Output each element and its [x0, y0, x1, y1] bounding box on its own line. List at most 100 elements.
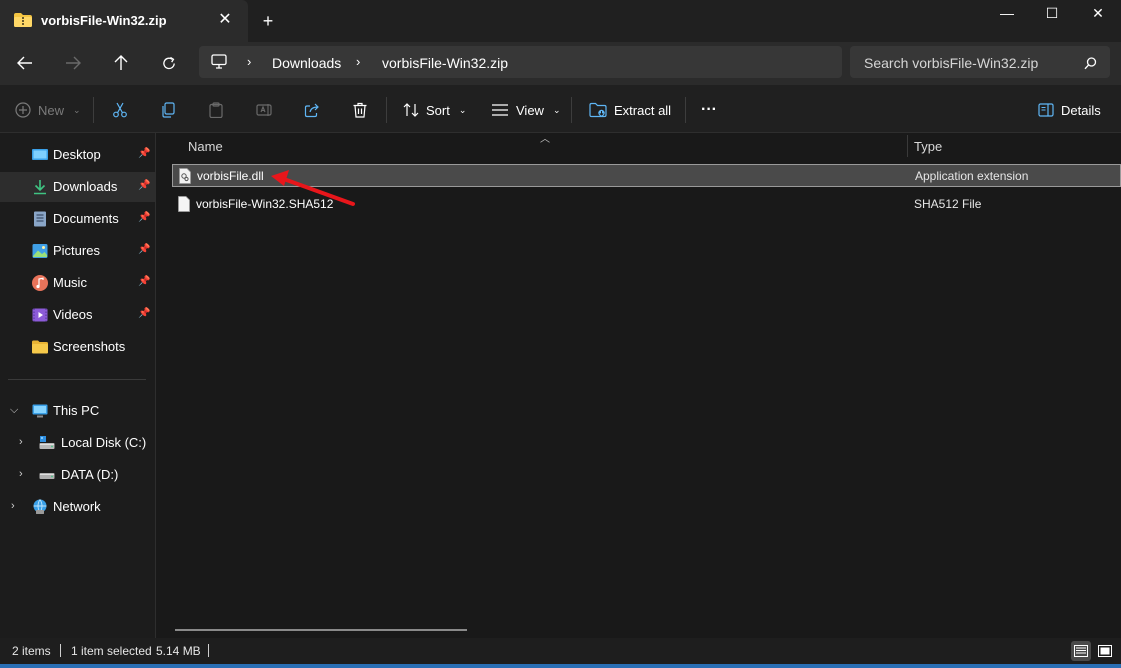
- chevron-right-icon[interactable]: ›: [11, 500, 15, 512]
- address-bar[interactable]: › Downloads › vorbisFile-Win32.zip: [199, 46, 842, 78]
- close-tab-icon[interactable]: ✕: [216, 10, 234, 30]
- status-divider: [208, 644, 209, 657]
- local-disk-icon: [39, 436, 55, 449]
- new-tab-button[interactable]: +: [258, 10, 278, 32]
- chevron-right-icon[interactable]: ›: [19, 468, 23, 480]
- breadcrumb-zip[interactable]: vorbisFile-Win32.zip: [382, 55, 508, 71]
- file-type: Application extension: [915, 169, 1029, 183]
- chevron-down-icon: ⌄: [73, 104, 81, 115]
- forward-button[interactable]: [58, 50, 88, 76]
- arrow-left-icon: [17, 56, 32, 70]
- divider: [386, 97, 387, 123]
- pictures-icon: [32, 244, 48, 258]
- command-bar: New ⌄ Sort ⌄ View ⌄ Extract all ··· Deta: [0, 85, 1121, 133]
- extract-all-button[interactable]: Extract all: [589, 97, 671, 123]
- sidebar-item-videos[interactable]: Videos 📌: [0, 300, 155, 330]
- sidebar-item-label: This PC: [53, 403, 100, 418]
- sidebar-item-network[interactable]: › Network: [0, 492, 155, 522]
- minimize-button[interactable]: —: [984, 0, 1030, 28]
- folder-icon: [32, 340, 48, 354]
- sidebar-item-desktop[interactable]: Desktop 📌: [0, 140, 155, 170]
- view-button[interactable]: View ⌄: [491, 97, 561, 123]
- sidebar-item-music[interactable]: Music 📌: [0, 268, 155, 298]
- scissors-icon: [113, 102, 127, 118]
- tab-active[interactable]: vorbisFile-Win32.zip ✕: [0, 0, 248, 42]
- pin-icon[interactable]: 📌: [138, 308, 150, 319]
- copy-button[interactable]: [160, 97, 176, 123]
- search-box[interactable]: Search vorbisFile-Win32.zip: [850, 46, 1110, 78]
- sidebar-item-this-pc[interactable]: ⌵ This PC: [0, 396, 155, 426]
- annotation-arrow: [271, 170, 355, 206]
- pin-icon[interactable]: 📌: [138, 212, 150, 223]
- zip-folder-icon: [14, 13, 32, 27]
- search-icon: [1084, 57, 1097, 70]
- sidebar-item-downloads[interactable]: Downloads 📌: [0, 172, 155, 202]
- item-count: 2 items: [12, 644, 51, 658]
- new-button[interactable]: New ⌄: [15, 97, 81, 123]
- column-header-name[interactable]: Name: [188, 139, 223, 165]
- details-button[interactable]: Details: [1038, 97, 1101, 123]
- column-divider[interactable]: [907, 135, 908, 157]
- breadcrumb-downloads[interactable]: Downloads: [272, 55, 341, 71]
- title-bar: vorbisFile-Win32.zip ✕ + — ☐ ✕: [0, 0, 1121, 42]
- plus-circle-icon: [15, 102, 31, 118]
- details-view-button[interactable]: [1071, 641, 1091, 661]
- column-header-type[interactable]: Type: [914, 139, 942, 165]
- chevron-down-icon: ⌄: [458, 104, 467, 115]
- sidebar-item-label: Videos: [53, 307, 93, 322]
- pin-icon[interactable]: 📌: [138, 148, 150, 159]
- chevron-right-icon[interactable]: ›: [356, 54, 360, 69]
- cut-button[interactable]: [112, 97, 128, 123]
- pin-icon[interactable]: 📌: [138, 276, 150, 287]
- extract-folder-icon: [589, 102, 607, 118]
- file-name: vorbisFile.dll: [197, 169, 264, 183]
- sidebar-item-pictures[interactable]: Pictures 📌: [0, 236, 155, 266]
- pin-icon[interactable]: 📌: [138, 244, 150, 255]
- rename-button[interactable]: [256, 97, 272, 123]
- view-label: View: [516, 102, 544, 118]
- chevron-right-icon[interactable]: ›: [19, 436, 23, 448]
- horizontal-scrollbar[interactable]: [175, 629, 467, 631]
- sidebar-item-label: Music: [53, 275, 87, 290]
- more-options-button[interactable]: ···: [701, 97, 717, 123]
- paste-button[interactable]: [208, 97, 224, 123]
- navigation-pane: Desktop 📌 Downloads 📌 Documents 📌 Pictur…: [0, 133, 156, 638]
- tiles-view-button[interactable]: [1095, 641, 1115, 661]
- file-list: ︿ Name Type vorbisFile.dll Application e…: [157, 133, 1121, 638]
- sidebar-item-label: Downloads: [53, 179, 118, 194]
- sidebar-item-label: Documents: [53, 211, 119, 226]
- copy-icon: [162, 102, 175, 118]
- sidebar-item-local-disk-c[interactable]: › Local Disk (C:): [0, 428, 155, 458]
- sidebar-item-label: Desktop: [53, 147, 101, 162]
- search-input[interactable]: Search vorbisFile-Win32.zip: [864, 55, 1038, 71]
- status-divider: [60, 644, 61, 657]
- trash-icon: [353, 102, 367, 118]
- sidebar-item-data-d[interactable]: › DATA (D:): [0, 460, 155, 490]
- this-pc-icon: [32, 404, 48, 418]
- share-icon: [304, 103, 319, 118]
- sidebar-item-label: Screenshots: [53, 339, 126, 354]
- divider: [93, 97, 94, 123]
- back-button[interactable]: [10, 50, 40, 76]
- delete-button[interactable]: [352, 97, 368, 123]
- refresh-button[interactable]: [154, 50, 184, 76]
- taskbar-edge: [0, 664, 1121, 668]
- chevron-down-icon[interactable]: ⌵: [10, 404, 18, 417]
- navigation-bar: › Downloads › vorbisFile-Win32.zip Searc…: [0, 42, 1121, 85]
- documents-icon: [34, 211, 46, 227]
- maximize-button[interactable]: ☐: [1029, 0, 1075, 28]
- sidebar-item-screenshots[interactable]: Screenshots: [0, 332, 155, 362]
- sort-button[interactable]: Sort ⌄: [403, 97, 466, 123]
- share-button[interactable]: [304, 97, 320, 123]
- up-button[interactable]: [106, 50, 136, 76]
- pin-icon[interactable]: 📌: [138, 180, 150, 191]
- sidebar-item-documents[interactable]: Documents 📌: [0, 204, 155, 234]
- chevron-right-icon[interactable]: ›: [247, 54, 251, 69]
- arrow-right-icon: [66, 56, 81, 70]
- sidebar-item-label: Network: [53, 499, 101, 514]
- details-view-icon: [1074, 645, 1088, 657]
- selection-info: 1 item selected: [71, 644, 152, 658]
- close-window-button[interactable]: ✕: [1075, 0, 1121, 28]
- sort-label: Sort: [426, 102, 450, 118]
- refresh-icon: [162, 56, 175, 69]
